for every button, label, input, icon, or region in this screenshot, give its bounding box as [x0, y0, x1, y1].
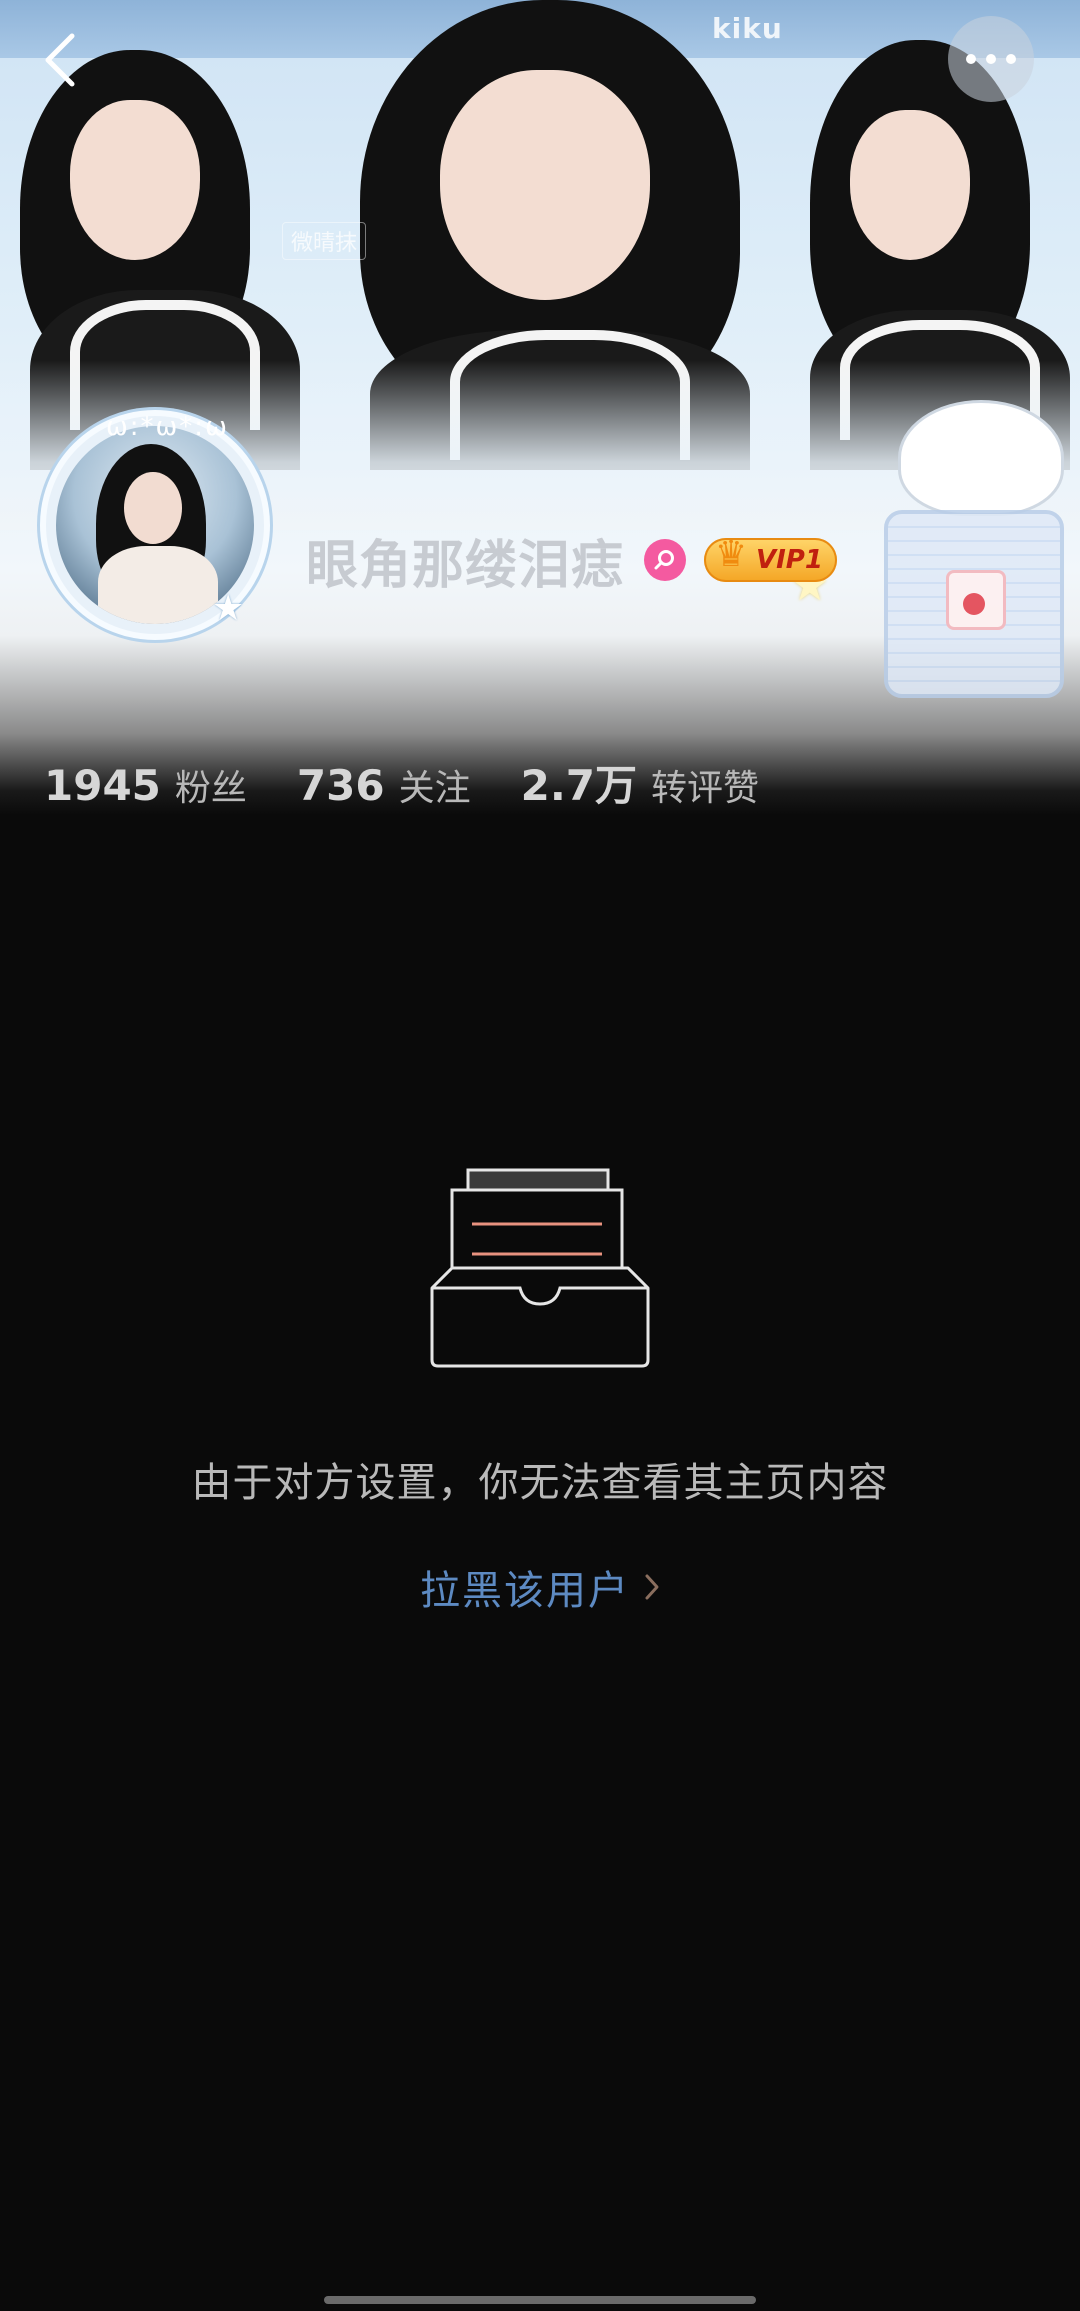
stat-following[interactable]: 736 关注 — [297, 759, 471, 811]
stat-value: 1945 — [44, 761, 161, 810]
more-dot — [1006, 54, 1016, 64]
stat-interactions[interactable]: 2.7万 转评赞 — [521, 752, 759, 813]
back-button[interactable] — [28, 28, 92, 92]
block-user-label: 拉黑该用户 — [420, 1568, 630, 1614]
cat-sticker-icon — [898, 400, 1064, 516]
cherry-jar-sticker-icon — [884, 510, 1064, 698]
stat-label: 关注 — [398, 768, 471, 809]
empty-box-icon — [424, 1168, 656, 1372]
banner-brand-tag: kiku — [712, 12, 783, 45]
female-icon — [644, 539, 687, 581]
block-user-link[interactable]: 拉黑该用户 — [0, 1558, 1080, 1616]
stats-row: 1945 粉丝 736 关注 2.7万 转评赞 — [44, 752, 809, 812]
stat-followers[interactable]: 1945 粉丝 — [44, 759, 247, 811]
vip-label: VIP1 — [756, 545, 823, 575]
profile-page: kiku 微晴抹 ★ ω:*ω*:ω ★ 眼角那缕泪痣 ♛ VIP1 1945 … — [0, 0, 1080, 2311]
nickname: 眼角那缕泪痣 — [306, 535, 625, 596]
name-row: 眼角那缕泪痣 ♛ VIP1 — [306, 528, 837, 596]
more-dot — [986, 54, 996, 64]
profile-banner: kiku 微晴抹 ★ ω:*ω*:ω ★ 眼角那缕泪痣 ♛ VIP1 1945 … — [0, 0, 1080, 815]
home-indicator[interactable] — [324, 2296, 756, 2304]
stat-label: 粉丝 — [174, 768, 247, 809]
stat-label: 转评赞 — [651, 768, 760, 809]
chevron-right-icon — [644, 1573, 660, 1601]
crown-icon: ♛ — [714, 534, 748, 575]
more-button[interactable] — [948, 16, 1034, 102]
vip-badge[interactable]: ♛ VIP1 — [704, 534, 837, 582]
avatar-star-icon: ★ — [212, 588, 245, 629]
more-dot — [966, 54, 976, 64]
private-profile-message: 由于对方设置，你无法查看其主页内容 — [191, 1460, 889, 1506]
banner-watermark: 微晴抹 — [282, 222, 367, 260]
chevron-left-icon — [45, 33, 75, 87]
cherry-icon — [946, 570, 1006, 630]
stat-value: 2.7万 — [520, 761, 638, 810]
avatar[interactable]: ω:*ω*:ω ★ — [40, 410, 270, 640]
stat-value: 736 — [296, 761, 385, 810]
avatar-frame-decoration: ω:*ω*:ω — [106, 412, 229, 442]
